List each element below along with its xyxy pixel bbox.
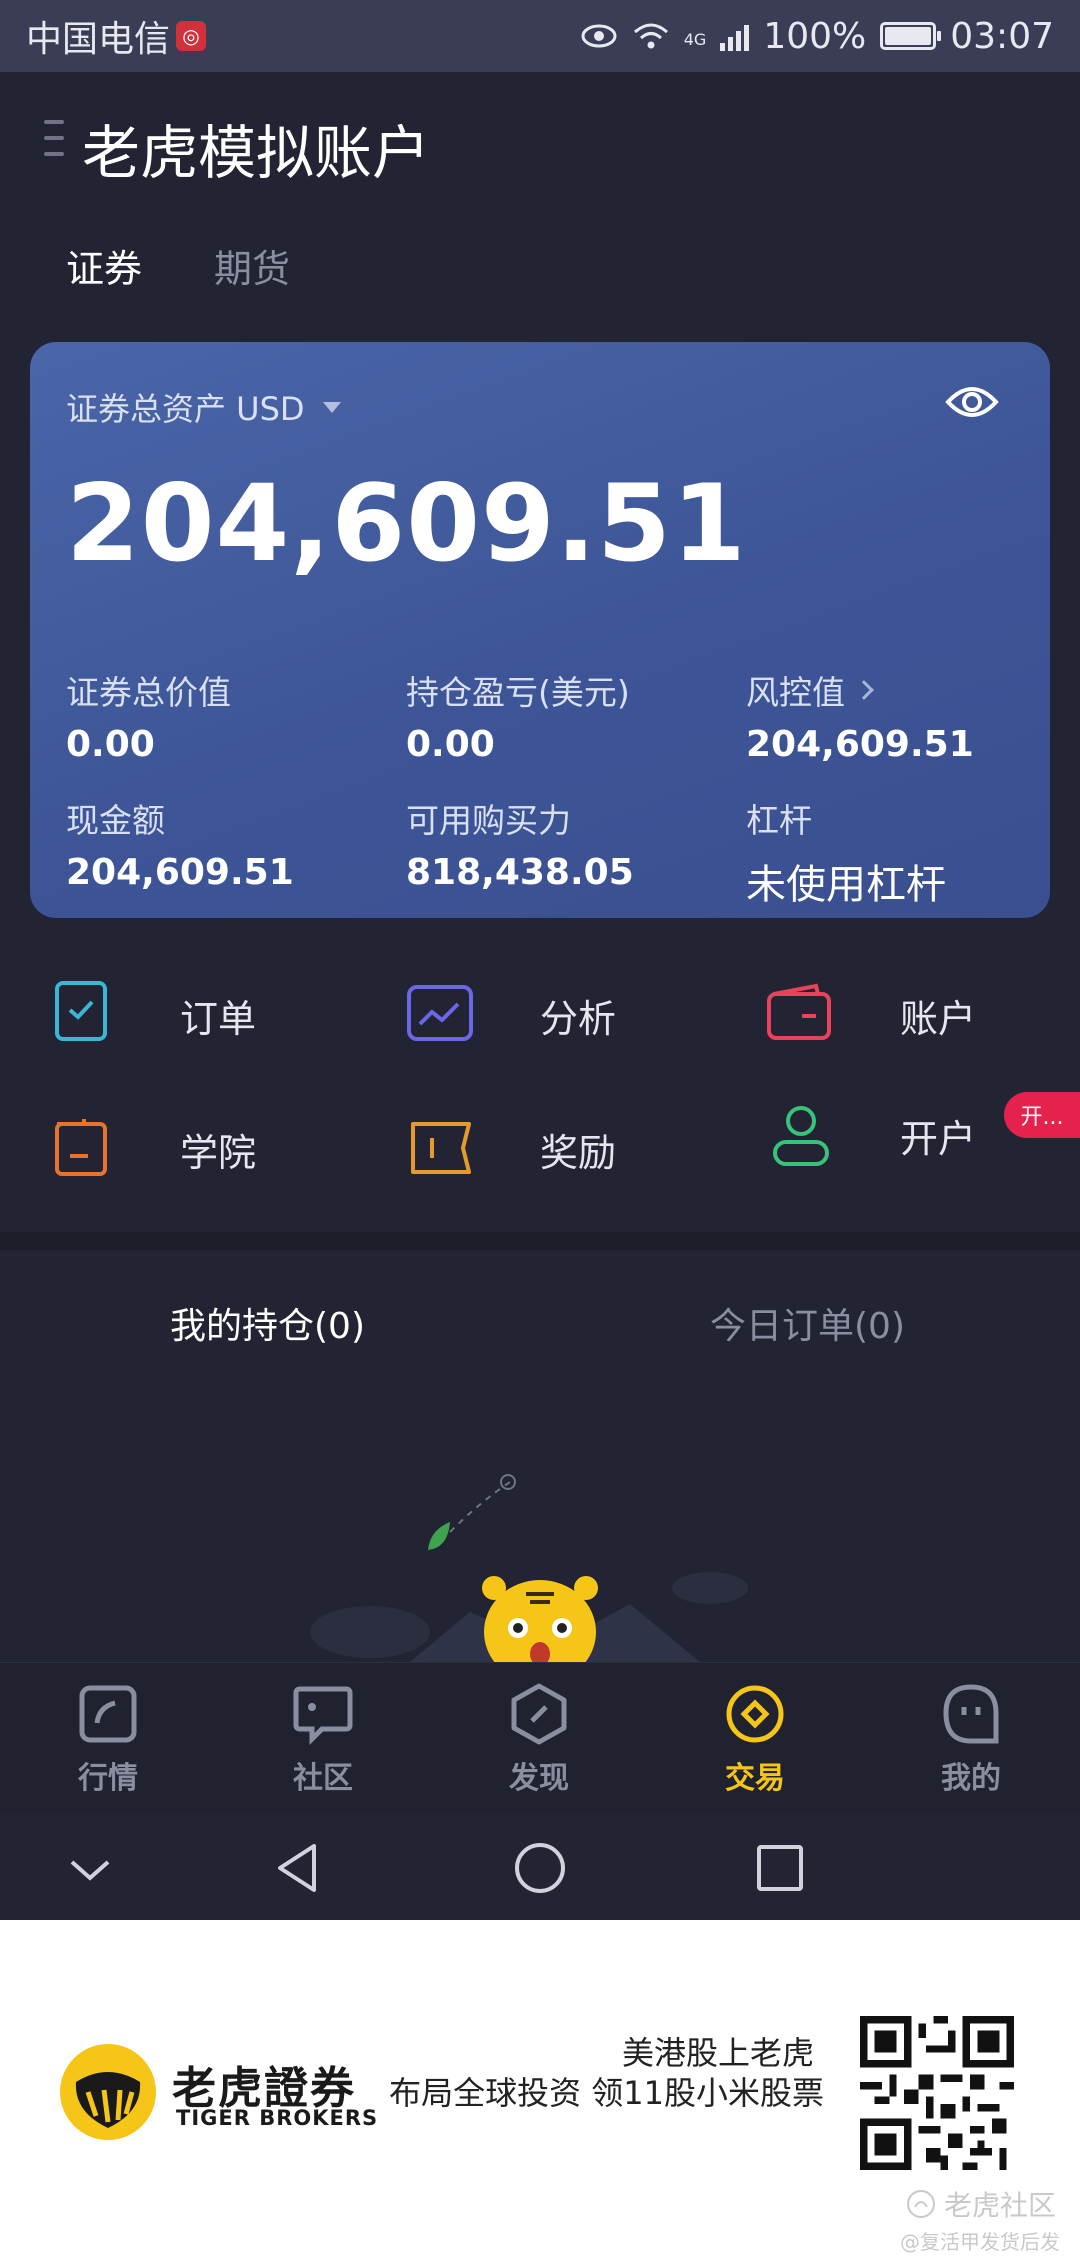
system-navigation-bar	[0, 1812, 1080, 1920]
tab-securities[interactable]: 证券	[66, 238, 142, 293]
total-asset-value: 204,609.51	[66, 462, 747, 585]
promo-banner: 老虎證券 TIGER BROKERS 美港股上老虎 布局全球投资 领11股小米股…	[0, 1920, 1080, 2265]
page-title: 老虎模拟账户	[82, 119, 431, 187]
tiger-brokers-logo	[60, 2044, 156, 2140]
clock: 03:07	[950, 15, 1054, 57]
nav-profile[interactable]: 我的	[906, 1683, 1036, 1797]
stat-label: 持仓盈亏(美元)	[406, 673, 630, 712]
bottom-tab-bar: 行情 社区 发现 交易 我的	[0, 1662, 1080, 1812]
user-icon	[773, 1106, 829, 1166]
stat-label: 可用购买力	[406, 801, 571, 840]
tab-my-positions[interactable]: 我的持仓(0)	[170, 1297, 365, 1349]
battery-fill	[885, 27, 932, 45]
menu-icon[interactable]	[44, 120, 64, 156]
asset-currency-selector[interactable]: 证券总资产 USD	[66, 384, 341, 430]
stat-label-row: 风控值	[746, 666, 1066, 714]
folder-icon	[55, 1119, 107, 1176]
ticket-icon	[411, 1122, 471, 1174]
qr-code-icon	[860, 2016, 1014, 2170]
stat-value: 818,438.05	[406, 852, 634, 893]
status-icons: 4G 100% 03:07	[580, 16, 1054, 57]
status-bar: 中国电信 ◎ 4G 100% 03:07	[0, 0, 1080, 72]
tab-futures[interactable]: 期货	[214, 238, 290, 293]
stat-value: 204,609.51	[746, 724, 974, 765]
chevron-right-icon	[854, 680, 874, 700]
nav-market[interactable]: 行情	[43, 1683, 173, 1797]
network-type: 4G	[683, 29, 707, 49]
eye-comfort-icon	[581, 24, 617, 48]
stat-label: 证券总价值	[66, 673, 231, 712]
back-icon[interactable]	[270, 1838, 330, 1898]
nav-discover[interactable]: 发现	[474, 1683, 604, 1797]
stat-label: 杠杆	[746, 801, 812, 840]
nav-label: 我的	[941, 1761, 1001, 1796]
hide-keyboard-icon[interactable]	[60, 1838, 120, 1898]
market-icon	[79, 1685, 137, 1743]
carrier: 中国电信 ◎	[26, 10, 207, 62]
profile-icon	[943, 1684, 999, 1744]
empty-state-tiger-illustration	[310, 1474, 748, 1662]
trade-screen: 老虎模拟账户 证券 期货 证券总资产 USD 204,609.51 证券总价值 …	[0, 72, 1080, 1920]
stat-total-securities: 证券总价值 0.00	[66, 666, 386, 765]
stat-buying-power: 可用购买力 818,438.05	[406, 794, 726, 893]
brand-name-en: TIGER BROKERS	[176, 2106, 379, 2130]
promo-subline: 布局全球投资 领11股小米股票	[389, 2074, 824, 2112]
shortcut-label: 账户	[900, 997, 977, 1041]
discover-icon	[511, 1683, 567, 1745]
stat-cash: 现金额 204,609.51	[66, 794, 386, 893]
wallet-icon	[767, 983, 831, 1040]
watermark-sub: @复活甲发货后发	[900, 2230, 1060, 2254]
carrier-name: 中国电信	[26, 19, 171, 60]
eye-visibility-icon[interactable]	[944, 382, 1000, 422]
nav-label: 行情	[78, 1761, 138, 1796]
recent-apps-icon[interactable]	[750, 1838, 810, 1898]
stat-value: 0.00	[406, 724, 495, 765]
stat-label: 风控值	[746, 673, 845, 712]
nav-trade[interactable]: 交易	[690, 1683, 820, 1797]
section-divider	[0, 1232, 1080, 1250]
nav-label: 社区	[293, 1761, 353, 1796]
battery-icon	[880, 22, 942, 50]
battery-percent: 100%	[763, 15, 867, 57]
signal-icon	[720, 21, 750, 51]
promo-headline: 美港股上老虎	[621, 2034, 814, 2072]
shortcut-label: 奖励	[540, 1131, 617, 1175]
watermark-text: 老虎社区	[943, 2189, 1056, 2222]
stat-value: 0.00	[66, 724, 155, 765]
asset-label: 证券总资产 USD	[66, 390, 305, 428]
trade-icon	[726, 1685, 784, 1743]
stat-position-pnl: 持仓盈亏(美元) 0.00	[406, 666, 726, 765]
stat-value: 未使用杠杆	[746, 862, 946, 908]
shortcut-label: 开户	[900, 1117, 977, 1161]
community-icon	[293, 1686, 353, 1745]
home-icon[interactable]	[510, 1838, 570, 1898]
nav-label: 发现	[509, 1761, 569, 1796]
shortcut-label: 学院	[180, 1131, 257, 1175]
shortcut-label: 分析	[540, 997, 617, 1041]
order-check-icon	[55, 981, 107, 1041]
asset-summary-card: 证券总资产 USD 204,609.51 证券总价值 0.00 持仓盈亏(美元)…	[30, 342, 1050, 918]
open-account-badge[interactable]: 开...	[1004, 1092, 1080, 1138]
analysis-chart-icon	[407, 985, 473, 1041]
stat-value: 204,609.51	[66, 852, 294, 893]
stat-leverage: 杠杆 未使用杠杆	[746, 794, 1066, 910]
community-logo-icon	[906, 2190, 935, 2218]
watermark: 老虎社区	[906, 2184, 1056, 2224]
carrier-logo-icon: ◎	[176, 21, 207, 51]
tab-today-orders[interactable]: 今日订单(0)	[710, 1297, 905, 1349]
nav-community[interactable]: 社区	[258, 1683, 388, 1797]
shortcut-label: 订单	[180, 997, 257, 1041]
account-tabs: 证券 期货	[66, 238, 290, 293]
wifi-icon	[633, 23, 668, 49]
stat-risk-value[interactable]: 风控值 204,609.51	[746, 666, 1066, 765]
nav-label: 交易	[725, 1761, 785, 1796]
caret-down-icon	[322, 401, 341, 413]
stat-label: 现金额	[66, 801, 165, 840]
